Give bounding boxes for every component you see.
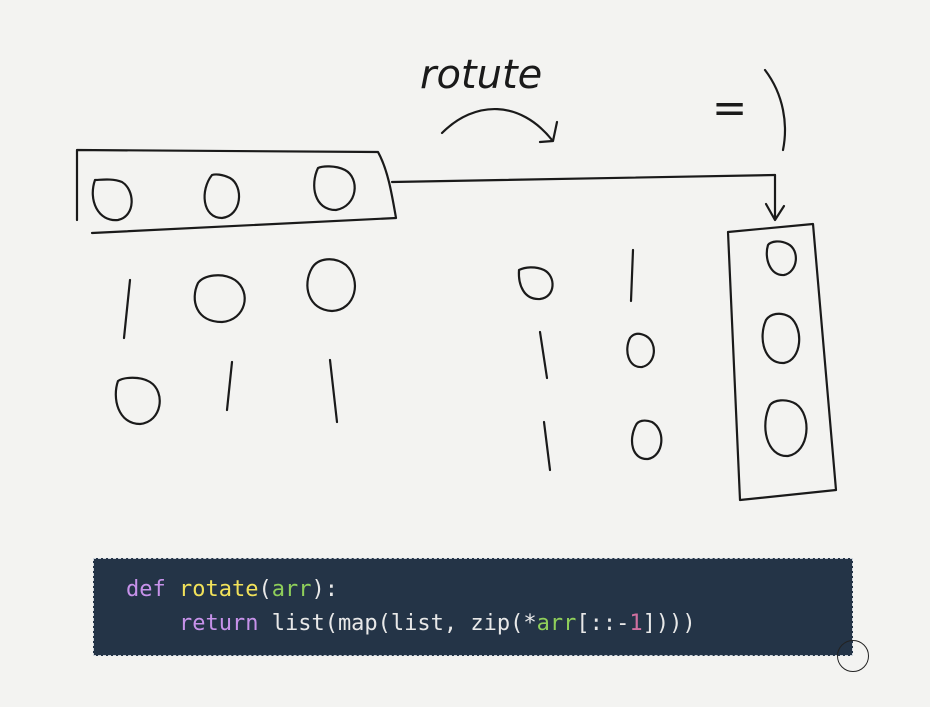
code-expr-a: list(map(list, zip(*	[258, 611, 537, 636]
connector-arrow	[764, 173, 786, 222]
cell-zero	[114, 376, 161, 426]
equals-bracket	[763, 68, 787, 152]
cell-zero	[761, 312, 801, 365]
keyword-def: def	[126, 577, 166, 602]
cell-one	[225, 360, 234, 412]
paren-close: ):	[311, 577, 338, 602]
equals-label: =	[712, 83, 747, 132]
rotate-label: rotute	[420, 52, 542, 98]
cell-zero	[765, 240, 797, 277]
code-line-2: return list(map(list, zip(*arr[::-1])))	[126, 611, 696, 636]
cell-zero	[306, 258, 356, 313]
cell-one	[629, 248, 635, 303]
resize-handle[interactable]	[837, 640, 869, 672]
cell-zero	[626, 332, 655, 369]
top-row-box	[75, 148, 398, 235]
keyword-return: return	[178, 611, 259, 636]
cell-zero	[203, 173, 241, 220]
cell-one	[538, 330, 549, 380]
code-expr-b: [::-	[576, 611, 630, 636]
code-expr-c: ])))	[642, 611, 696, 636]
rotate-arrow	[440, 108, 554, 142]
cell-zero	[764, 399, 808, 458]
cell-one	[328, 358, 339, 424]
cell-zero	[630, 419, 663, 461]
connector-line	[390, 173, 777, 184]
function-name: rotate	[179, 577, 259, 602]
cell-zero	[193, 274, 246, 324]
number-literal: 1	[629, 611, 643, 636]
cell-one	[122, 278, 132, 340]
code-line-1: def rotate(arr):	[126, 577, 338, 602]
cell-one	[542, 420, 552, 472]
paren-open: (	[258, 577, 272, 602]
param-arr: arr	[271, 577, 312, 602]
cell-zero	[517, 266, 554, 301]
cell-zero	[91, 178, 133, 222]
code-snippet[interactable]: def rotate(arr): return list(map(list, z…	[93, 558, 853, 656]
param-arr: arr	[536, 611, 577, 636]
rotate-arrow-head	[538, 120, 559, 144]
cell-zero	[313, 165, 356, 212]
